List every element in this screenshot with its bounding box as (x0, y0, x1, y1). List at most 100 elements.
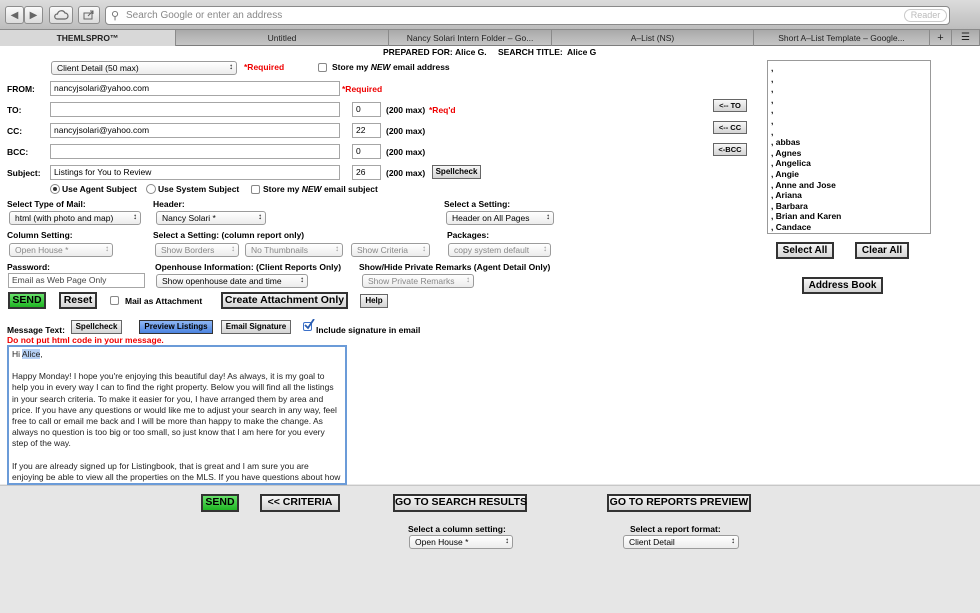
address-list-item[interactable]: , Angie (771, 169, 927, 180)
preview-listings-button[interactable]: Preview Listings (139, 320, 213, 334)
column-setting-footer-select[interactable]: Open House * (409, 535, 513, 549)
address-list-item[interactable]: , (771, 127, 927, 138)
required-label: *Required (244, 62, 285, 72)
search-results-button[interactable]: GO TO SEARCH RESULTS (393, 494, 527, 512)
address-list-item[interactable]: , Candace (771, 222, 927, 233)
packages-select[interactable]: copy system default (448, 243, 551, 257)
password-field[interactable]: Email as Web Page Only (8, 273, 145, 288)
cc-count: 22 (352, 123, 381, 138)
address-list-item[interactable]: , (771, 95, 927, 106)
tab-untitled[interactable]: Untitled (176, 30, 389, 46)
address-list-item[interactable]: , Barbara (771, 201, 927, 212)
reader-button[interactable]: Reader (904, 9, 947, 22)
add-to-button[interactable]: <-- TO (713, 99, 747, 112)
cc-field[interactable]: nancyjsolari@yahoo.com (50, 123, 340, 138)
subject-max: (200 max) (386, 168, 426, 178)
tab-intern-folder[interactable]: Nancy Solari Intern Folder – Go... (389, 30, 552, 46)
address-list-item[interactable]: , Ariana (771, 190, 927, 201)
subject-spellcheck-button[interactable]: Spellcheck (432, 165, 481, 179)
cc-max: (200 max) (386, 126, 426, 136)
send-button-bottom[interactable]: SEND (201, 494, 239, 512)
search-icon: ⚲ (111, 10, 120, 22)
address-list-item[interactable]: , Angelica (771, 158, 927, 169)
address-list-item[interactable]: , abbas (771, 137, 927, 148)
subject-count: 26 (352, 165, 381, 180)
help-button[interactable]: Help (360, 294, 388, 308)
from-field[interactable]: nancyjsolari@yahoo.com (50, 81, 340, 96)
new-tab-icon[interactable]: + (930, 30, 952, 46)
address-list-item[interactable]: , Agnes (771, 148, 927, 159)
address-list-item[interactable]: , (771, 84, 927, 95)
from-required: *Required (342, 84, 383, 94)
page-content: PREPARED FOR: Alice G. SEARCH TITLE: Ali… (0, 46, 980, 485)
report-format-label: Select a report format: (630, 524, 721, 534)
use-agent-subject-radio[interactable] (50, 184, 60, 194)
address-list[interactable]: , , , , , , , , abbas , Agnes , Angelica… (767, 60, 931, 234)
show-criteria-select[interactable]: Show Criteria (351, 243, 430, 257)
show-borders-select[interactable]: Show Borders (155, 243, 239, 257)
setting-label: Select a Setting: (444, 199, 511, 209)
address-bar[interactable]: ⚲ Search Google or enter an address Read… (105, 6, 950, 25)
subject-field[interactable]: Listings for You to Review (50, 165, 340, 180)
to-label: TO: (7, 105, 22, 115)
store-subject-checkbox[interactable] (251, 185, 260, 194)
browser-toolbar: ◀ ▶ ⚲ Search Google or enter an address … (0, 0, 980, 30)
tab-overview-icon[interactable]: ☰ (952, 30, 980, 46)
include-signature-label: Include signature in email (316, 325, 421, 335)
address-list-item[interactable]: , (771, 116, 927, 127)
select-all-button[interactable]: Select All (776, 242, 834, 259)
icloud-tabs-icon[interactable] (49, 6, 73, 24)
openhouse-select[interactable]: Show openhouse date and time (156, 274, 308, 288)
subject-label: Subject: (7, 168, 41, 178)
search-title-label: SEARCH TITLE: (498, 47, 563, 57)
from-label: FROM: (7, 84, 35, 94)
to-field[interactable] (50, 102, 340, 117)
private-remarks-select[interactable]: Show Private Remarks (362, 274, 474, 288)
message-paragraph-2: If you are already signed up for Listing… (12, 460, 341, 482)
message-textarea[interactable]: Hi Alice, Happy Monday! I hope you're en… (7, 345, 347, 485)
header-select[interactable]: Nancy Solari * (156, 211, 266, 225)
address-list-item[interactable]: , (771, 105, 927, 116)
mail-attachment-checkbox[interactable] (110, 296, 119, 305)
cc-label: CC: (7, 126, 23, 136)
send-button-top[interactable]: SEND (8, 292, 46, 309)
message-spellcheck-button[interactable]: Spellcheck (71, 320, 122, 334)
select-setting-col-label: Select a Setting: (column report only) (153, 230, 305, 240)
mail-attachment-label: Mail as Attachment (125, 296, 203, 306)
bcc-label: BCC: (7, 147, 29, 157)
report-type-select[interactable]: Client Detail (50 max) (51, 61, 237, 75)
tab-short-a-list[interactable]: Short A–List Template – Google... (754, 30, 930, 46)
add-bcc-button[interactable]: <-BCC (713, 143, 747, 156)
report-format-select[interactable]: Client Detail (623, 535, 739, 549)
address-list-item[interactable]: , (771, 74, 927, 85)
tab-a-list[interactable]: A–List (NS) (552, 30, 754, 46)
reset-button[interactable]: Reset (59, 292, 97, 309)
type-mail-select[interactable]: html (with photo and map) (9, 211, 141, 225)
store-email-checkbox[interactable] (318, 63, 327, 72)
tab-themlspro[interactable]: THEMLSPRO™ (0, 30, 176, 46)
bcc-field[interactable] (50, 144, 340, 159)
setting-select[interactable]: Header on All Pages (446, 211, 554, 225)
clear-all-button[interactable]: Clear All (855, 242, 909, 259)
address-book-button[interactable]: Address Book (802, 277, 883, 294)
criteria-button[interactable]: << CRITERIA (260, 494, 340, 512)
address-list-item[interactable]: , Anne and Jose (771, 180, 927, 191)
add-cc-button[interactable]: <-- CC (713, 121, 747, 134)
openhouse-label: Openhouse Information: (Client Reports O… (155, 262, 342, 272)
prepared-for-label: PREPARED FOR: (383, 47, 453, 57)
no-thumbnails-select[interactable]: No Thumbnails (245, 243, 343, 257)
create-attachment-button[interactable]: Create Attachment Only (221, 292, 348, 309)
password-label: Password: (7, 262, 50, 272)
store-email-label: Store my NEW email address (332, 62, 450, 72)
share-icon[interactable] (78, 6, 100, 24)
address-list-item[interactable]: , Brian and Karen (771, 211, 927, 222)
address-list-item[interactable]: , (771, 63, 927, 74)
column-setting-select[interactable]: Open House * (9, 243, 113, 257)
email-signature-button[interactable]: Email Signature (221, 320, 291, 334)
back-arrow-icon[interactable]: ◀ (5, 6, 24, 24)
use-system-subject-radio[interactable] (146, 184, 156, 194)
include-signature-checkbox[interactable] (303, 319, 315, 331)
reports-preview-button[interactable]: GO TO REPORTS PREVIEW (607, 494, 751, 512)
checkmark-icon (304, 319, 315, 330)
forward-arrow-icon[interactable]: ▶ (24, 6, 43, 24)
